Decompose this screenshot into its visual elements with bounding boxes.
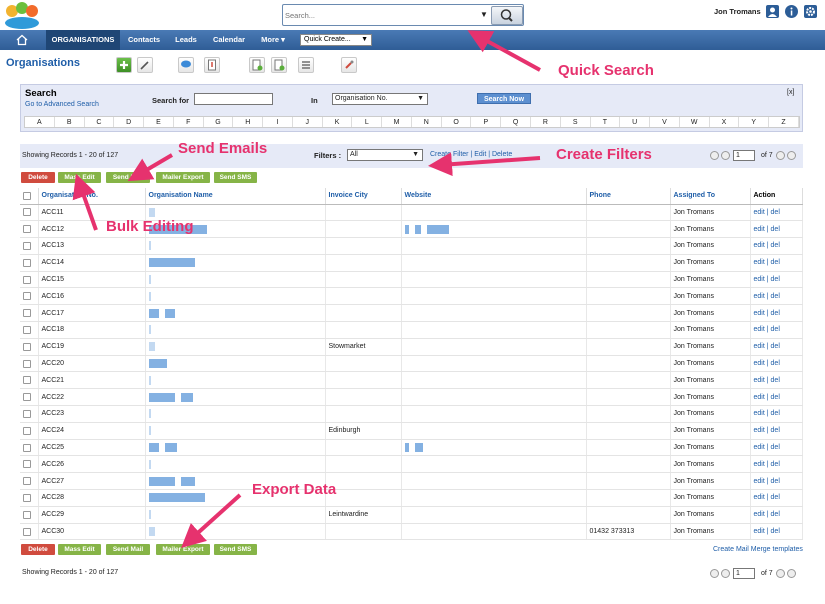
create-filters-callout: Create Filters [556,146,652,163]
bulk-editing-callout: Bulk Editing [106,218,194,235]
annotation-arrows [72,30,541,549]
export-data-callout: Export Data [252,481,337,498]
bulk-editing-arrow [72,173,98,231]
create-filters-arrow [428,152,541,177]
send-emails-callout: Send Emails [178,140,268,157]
quick-search-arrow [467,30,541,72]
send-emails-arrow [127,153,174,182]
quick-search-callout: Quick Search [558,62,654,79]
export-data-arrow [181,493,242,549]
